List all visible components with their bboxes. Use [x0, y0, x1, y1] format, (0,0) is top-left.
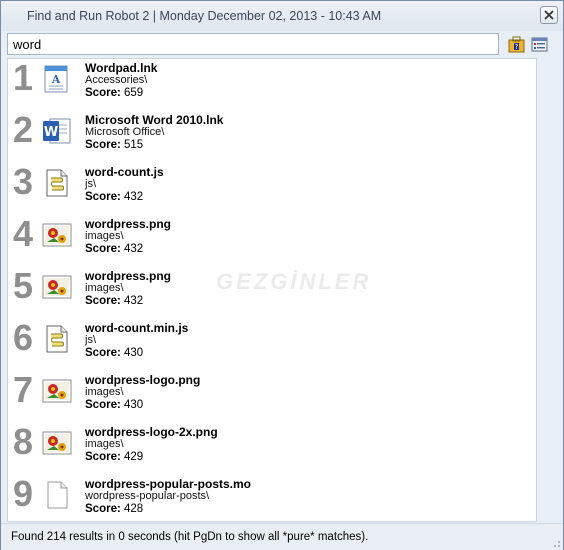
- window-title: Find and Run Robot 2 | Monday December 0…: [27, 9, 382, 23]
- status-bar: Found 214 results in 0 seconds (hit PgDn…: [1, 523, 563, 550]
- result-score: Score: 515: [85, 139, 143, 151]
- result-name: Wordpad.lnk: [85, 61, 158, 75]
- result-name: word-count.js: [85, 165, 164, 179]
- close-icon: [544, 10, 554, 20]
- result-name: wordpress-popular-posts.mo: [85, 477, 252, 491]
- result-score: Score: 430: [85, 347, 143, 359]
- result-row[interactable]: 3 word-count.js js\ Score: 432: [8, 163, 528, 215]
- wordpad-icon: A: [42, 64, 72, 94]
- app-window: Find and Run Robot 2 | Monday December 0…: [0, 0, 564, 550]
- result-name: wordpress.png: [85, 217, 172, 231]
- result-number: 3: [13, 161, 34, 202]
- score-value: 432: [124, 191, 144, 203]
- result-path: images\: [85, 230, 124, 242]
- score-value: 430: [124, 347, 144, 359]
- score-value: 659: [124, 87, 144, 99]
- score-value: 428: [124, 503, 144, 515]
- close-button[interactable]: [540, 6, 558, 24]
- result-row[interactable]: 5 wordpress.png images\ Score: 432: [8, 267, 528, 319]
- resize-grip-icon[interactable]: [551, 538, 561, 548]
- result-number: 8: [13, 421, 34, 462]
- result-row[interactable]: 9 wordpress-popular-posts.mo wordpress-pop…: [8, 473, 528, 521]
- score-label: Score:: [85, 503, 121, 515]
- help-toolbox-icon: ?: [508, 36, 525, 53]
- result-name: Microsoft Word 2010.lnk: [85, 113, 224, 127]
- score-value: 432: [124, 243, 144, 255]
- result-path: js\: [85, 334, 96, 346]
- result-number: 2: [13, 109, 34, 150]
- result-score: Score: 430: [85, 399, 143, 411]
- score-label: Score:: [85, 243, 121, 255]
- result-name: wordpress-logo.png: [85, 373, 201, 387]
- result-path: images\: [85, 386, 124, 398]
- result-score: Score: 432: [85, 295, 143, 307]
- result-score: Score: 659: [85, 87, 143, 99]
- score-label: Score:: [85, 87, 121, 99]
- status-text: Found 214 results in 0 seconds (hit PgDn…: [11, 531, 369, 543]
- result-number: 4: [13, 213, 34, 254]
- image-icon: [42, 272, 72, 302]
- svg-text:A: A: [51, 73, 61, 86]
- result-path: js\: [85, 178, 96, 190]
- score-label: Score:: [85, 191, 121, 203]
- help-button[interactable]: ?: [508, 36, 525, 53]
- image-icon: [42, 376, 72, 406]
- script-icon: [42, 168, 72, 198]
- svg-text:?: ?: [515, 43, 519, 51]
- result-score: Score: 428: [85, 503, 143, 515]
- result-number: 7: [13, 369, 34, 410]
- result-number: 6: [13, 317, 34, 358]
- score-value: 430: [124, 399, 144, 411]
- result-name: wordpress-logo-2x.png: [85, 425, 218, 439]
- script-icon: [42, 324, 72, 354]
- result-number: 5: [13, 265, 34, 306]
- result-row[interactable]: 8 wordpress-logo-2x.png images\ Score: 429: [8, 423, 528, 475]
- result-row[interactable]: 7 wordpress-logo.png images\ Score: 430: [8, 371, 528, 423]
- options-button[interactable]: [531, 36, 548, 53]
- word-icon: W: [42, 116, 72, 146]
- result-name: word-count.min.js: [85, 321, 189, 335]
- score-value: 432: [124, 295, 144, 307]
- result-path: wordpress-popular-posts\: [85, 490, 210, 502]
- result-path: images\: [85, 282, 124, 294]
- score-label: Score:: [85, 139, 121, 151]
- result-path: Microsoft Office\: [85, 126, 165, 138]
- score-label: Score:: [85, 451, 121, 463]
- result-score: Score: 432: [85, 243, 143, 255]
- result-name: wordpress.png: [85, 269, 172, 283]
- title-bar[interactable]: Find and Run Robot 2 | Monday December 0…: [1, 1, 563, 31]
- score-value: 515: [124, 139, 144, 151]
- result-path: Accessories\: [85, 74, 148, 86]
- score-label: Score:: [85, 347, 121, 359]
- result-path: images\: [85, 438, 124, 450]
- result-row[interactable]: 6 word-count.min.js js\ Score: 430: [8, 319, 528, 371]
- result-score: Score: 432: [85, 191, 143, 203]
- svg-text:W: W: [44, 125, 58, 140]
- options-list-icon: [531, 37, 548, 52]
- image-icon: [42, 428, 72, 458]
- file-icon: [42, 480, 72, 510]
- result-row[interactable]: 1 A Wordpad.lnk Accessories\ Score: 659: [8, 59, 528, 111]
- results-list[interactable]: GEZGİNLER 1 A Wordpad.lnk Accessories\ Score…: [7, 58, 537, 522]
- score-label: Score:: [85, 399, 121, 411]
- image-icon: [42, 220, 72, 250]
- result-row[interactable]: 4 wordpress.png images\ Score: 432: [8, 215, 528, 267]
- result-score: Score: 429: [85, 451, 143, 463]
- result-number: 1: [13, 58, 34, 98]
- score-label: Score:: [85, 295, 121, 307]
- score-value: 429: [124, 451, 144, 463]
- result-row[interactable]: 2 W Microsoft Word 2010.lnk Microsoft Offic…: [8, 111, 528, 163]
- result-number: 9: [13, 473, 34, 514]
- search-input[interactable]: [7, 33, 499, 55]
